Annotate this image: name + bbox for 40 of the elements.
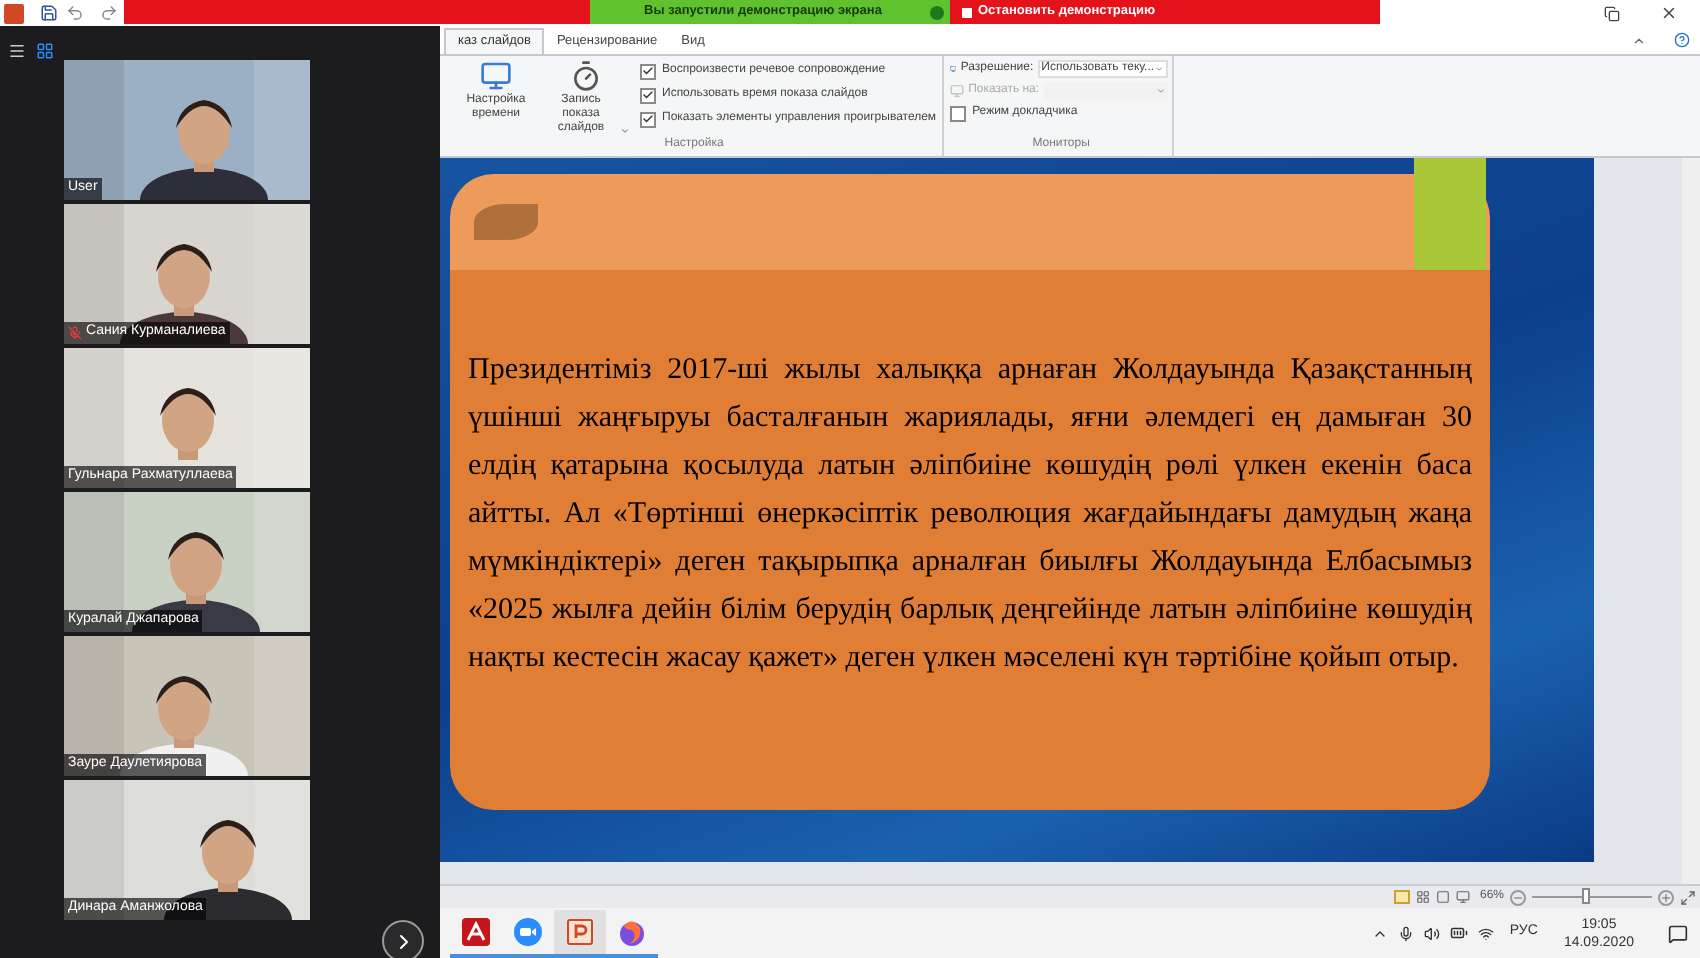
wifi-icon[interactable]: [1477, 925, 1494, 941]
collapse-ribbon-icon[interactable]: [1632, 34, 1646, 48]
leaf-shape: [474, 204, 538, 240]
speaker-view-icon[interactable]: [8, 42, 26, 60]
reading-view-icon[interactable]: [1435, 890, 1450, 904]
gallery-view-icon[interactable]: [36, 42, 54, 60]
microphone-icon[interactable]: [1397, 925, 1414, 941]
monitor-icon: [950, 62, 957, 76]
checkbox[interactable]: [640, 87, 656, 103]
taskbar-button[interactable]: [554, 909, 606, 957]
undo-icon[interactable]: [66, 4, 84, 22]
monitor-icon: [480, 60, 512, 92]
caret-icon: [1156, 86, 1167, 96]
caret-icon: [620, 126, 630, 136]
help-icon[interactable]: [1674, 32, 1690, 48]
monitor-icon: [950, 84, 965, 98]
fit-icon[interactable]: [1680, 889, 1696, 905]
restore-icon[interactable]: [1604, 5, 1620, 21]
slide-paragraph: Президентіміз 2017-ші жылы халыққа арнаған Жолдауында Қазақстанның үшінші жаңғыруы басталғанын жариялады, яғни әлемдегі ең дамыған 30 елдің қатарына қосылуда латын әліпбиіне көшудің рөлі үлкен екенін баса айтты. Ал «Төртінші өнеркәсіптік революция жағдайындағы дамудың жаңа мүмкіндіктері» деген тақырыпқа арналған биылғы Жолдауында Елбасымыз «2025 жылға дейін білім берудің барлық деңгейінде латын әліпбиіне көшудің нақты кестесін жасау қажет» деген үлкен мәселені күн тәртібіне қойып отыр.: [468, 352, 1472, 678]
next-page-button[interactable]: [382, 920, 424, 958]
checkbox[interactable]: [950, 105, 967, 121]
zoom-slider-thumb[interactable]: [1582, 888, 1590, 904]
notification-icon[interactable]: [1668, 923, 1688, 943]
browser-icon[interactable]: [618, 917, 646, 945]
save-icon[interactable]: [40, 4, 58, 22]
close-icon[interactable]: [1660, 4, 1678, 22]
battery-icon[interactable]: [1449, 924, 1468, 942]
checkbox[interactable]: [640, 63, 656, 79]
stop-icon: [962, 7, 972, 17]
timer-icon: [570, 60, 602, 92]
slideshow-icon[interactable]: [1455, 890, 1470, 904]
pdf-app-icon[interactable]: [462, 917, 490, 945]
video-camera-icon[interactable]: [514, 917, 542, 945]
checkbox[interactable]: [640, 111, 656, 127]
redo-icon[interactable]: [100, 4, 118, 22]
speaker-icon[interactable]: [1423, 925, 1440, 941]
accent-square: [1414, 158, 1486, 270]
caret-icon: [1154, 64, 1165, 74]
scrollbar[interactable]: [1682, 158, 1700, 884]
grid-view-icon[interactable]: [1415, 890, 1430, 904]
